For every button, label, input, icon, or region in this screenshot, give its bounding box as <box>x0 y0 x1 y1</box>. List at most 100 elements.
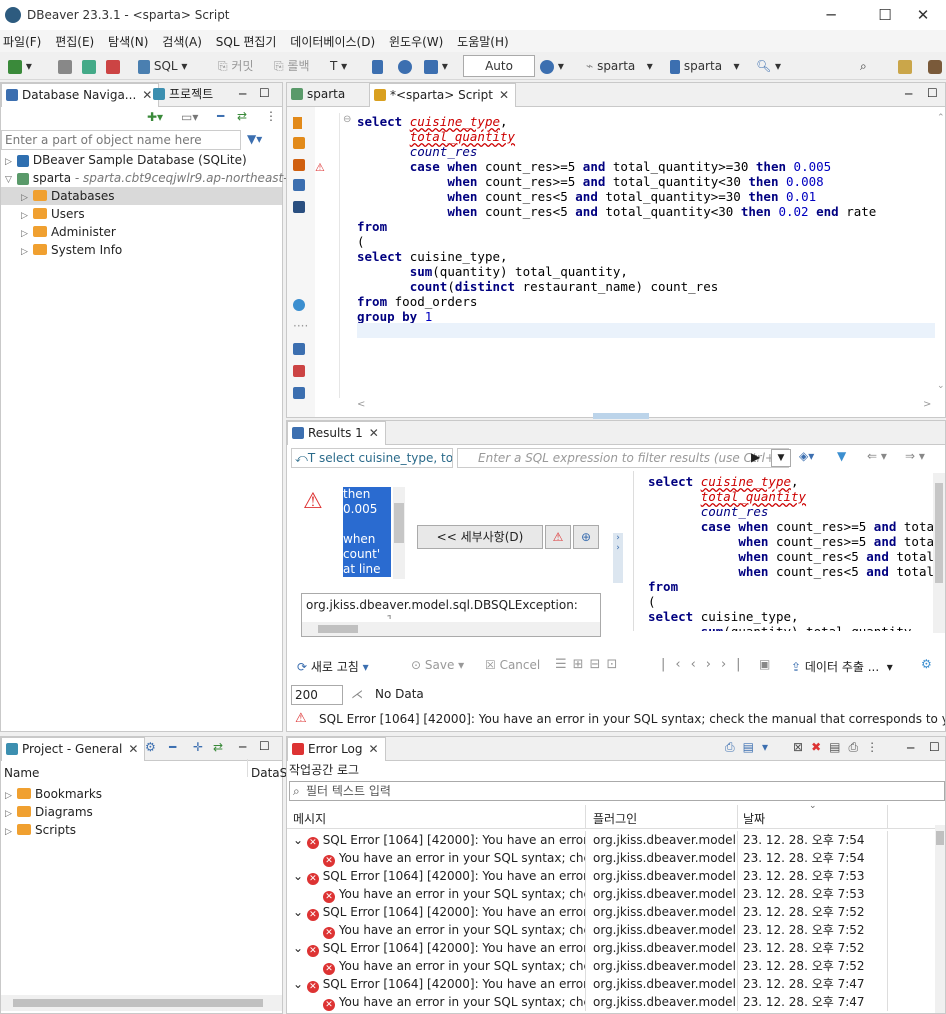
collapse-all-icon[interactable]: ━ <box>217 109 224 123</box>
maximize-view-icon[interactable]: ☐ <box>259 739 270 753</box>
tab-sparta-script[interactable]: *<sparta> Script ✕ <box>369 83 517 107</box>
tree-item-administer[interactable]: ▷ Administer <box>21 223 116 241</box>
fetch-size-input[interactable]: 200 <box>291 685 343 705</box>
log-vertical-scrollbar[interactable] <box>935 825 945 1013</box>
connect-icon[interactable] <box>58 57 72 75</box>
maximize-view-icon[interactable]: ☐ <box>927 86 938 100</box>
panel-resize-handle[interactable] <box>593 413 649 419</box>
splitter-toggle[interactable]: › › <box>613 533 623 583</box>
object-filter-input[interactable]: Enter a part of object name here <box>1 130 241 150</box>
search-tool-icon[interactable]: 🔍︎ ▾ <box>756 57 781 75</box>
collapse-all-icon[interactable]: ━ <box>169 740 176 754</box>
scroll-up-icon[interactable]: ⌃ <box>937 113 945 123</box>
sql-editor-button[interactable]: SQL ▾ <box>138 57 187 75</box>
search-icon[interactable]: ⌕ <box>860 57 867 75</box>
log-row-parent[interactable]: ⌄ ✕ SQL Error [1064] [42000]: You have a… <box>287 939 933 957</box>
export-icon[interactable] <box>293 343 305 355</box>
explain-plan-icon[interactable] <box>293 179 305 191</box>
collapse-arrow-icon[interactable]: ⌄ <box>293 905 307 919</box>
close-icon[interactable]: ✕ <box>499 88 509 102</box>
menu-search[interactable]: 검색(A) <box>159 30 209 50</box>
variables-icon[interactable] <box>293 387 305 399</box>
tab-error-log[interactable]: Error Log ✕ <box>287 737 386 761</box>
menu-navigate[interactable]: 탐색(N) <box>105 30 155 50</box>
close-icon[interactable]: ✕ <box>128 742 138 756</box>
error-message-text[interactable]: then 0.005 when count' at line 4 <box>343 487 391 591</box>
execute-new-tab-icon[interactable] <box>293 159 305 171</box>
new-folder-icon[interactable]: ▭▾ <box>181 110 198 124</box>
tab-results-1[interactable]: Results 1 ✕ <box>287 421 386 445</box>
scroll-down-icon[interactable]: ⌄ <box>937 381 945 391</box>
lock-icon[interactable] <box>372 57 383 75</box>
log-row-parent[interactable]: ⌄ ✕ SQL Error [1064] [42000]: You have a… <box>287 831 933 849</box>
collapse-arrow-icon[interactable]: ⌄ <box>293 869 307 883</box>
tree-item-databases[interactable]: ▷ Databases <box>1 187 282 205</box>
tree-item-sample-db[interactable]: ▷ DBeaver Sample Database (SQLite) <box>5 151 247 169</box>
commit-button[interactable]: ⎘ 커밋 <box>218 57 254 75</box>
dashboard-icon[interactable] <box>398 57 412 75</box>
scrollbar-thumb[interactable] <box>13 999 263 1007</box>
perspective-icon[interactable] <box>898 57 912 75</box>
log-filter-input[interactable]: ⌕ 필터 텍스트 입력 <box>289 781 945 801</box>
column-header-plugin[interactable]: 플러그인 <box>593 810 637 827</box>
disconnect-icon[interactable] <box>106 57 120 75</box>
export-data-button[interactable]: ⇪ 데이터 추출 ... ▾ <box>791 658 893 675</box>
new-connection-icon[interactable]: ✚▾ <box>147 110 163 124</box>
settings-icon[interactable]: ⚙ <box>921 657 932 671</box>
tab-projects[interactable]: 프로젝트 <box>149 83 219 107</box>
filter-icon[interactable]: ▼ <box>837 449 846 463</box>
tree-item-system-info[interactable]: ▷ System Info <box>21 241 122 259</box>
refresh-button[interactable]: ⟳ 새로 고침 ▾ <box>297 658 369 675</box>
filter-apply-icon[interactable]: ▶ <box>751 450 760 464</box>
fold-marker-icon[interactable]: ⊖ <box>343 114 351 125</box>
details-button[interactable]: << 세부사항(D) <box>417 525 543 549</box>
new-connection-icon[interactable]: ▾ <box>8 57 32 75</box>
link-editor-icon[interactable]: ⇄ <box>237 109 247 123</box>
column-header-message[interactable]: 메시지 <box>293 810 326 827</box>
row-edit-icons[interactable]: ☰⊞⊟⊡ <box>555 657 623 672</box>
more-icon[interactable]: ···· <box>293 319 308 333</box>
tree-item-users[interactable]: ▷ Users <box>21 205 85 223</box>
log-row-parent[interactable]: ⌄ ✕ SQL Error [1064] [42000]: You have a… <box>287 903 933 921</box>
navigation-icons[interactable]: |‹‹››| <box>661 657 751 672</box>
fetch-all-icon[interactable]: ⋌ <box>351 687 363 701</box>
log-row-child[interactable]: ✕ You have an error in your SQL syntax; … <box>287 849 933 867</box>
clear-log-icons[interactable]: ⊠✖▤⎙⋮ <box>793 740 886 755</box>
scroll-right-icon[interactable]: > <box>923 399 931 410</box>
result-filter-input[interactable]: Enter a SQL expression to filter results… <box>457 448 789 468</box>
filter-icon[interactable]: ▼▾ <box>247 132 262 146</box>
view-menu-icon[interactable]: ⋮ <box>265 109 277 123</box>
cancel-button[interactable]: ☒ Cancel <box>485 658 540 672</box>
menu-file[interactable]: 파일(F) <box>0 30 48 50</box>
sql-code-area[interactable]: select cuisine_type, total_quantity coun… <box>357 114 876 339</box>
exception-text-area[interactable]: org.jkiss.dbeaver.model.sql.DBSQLExcepti… <box>301 593 601 637</box>
collapse-arrow-icon[interactable]: ⌄ <box>293 977 307 991</box>
filter-history-dropdown[interactable]: ▼ <box>771 449 791 467</box>
menu-window[interactable]: 윈도우(W) <box>386 30 450 50</box>
export-log-icons[interactable]: ⎙▤▾ <box>725 740 776 755</box>
error-scrollbar[interactable] <box>393 487 405 579</box>
collapse-arrow-icon[interactable]: ⌄ <box>293 833 307 847</box>
link-editor-icon[interactable]: ⇄ <box>213 740 223 754</box>
tree-item-scripts[interactable]: ▷ Scripts <box>5 821 76 839</box>
error-details-icon[interactable]: ⚠ <box>545 525 571 549</box>
save-button[interactable]: ⊙ Save ▾ <box>411 658 464 672</box>
log-row-child[interactable]: ✕ You have an error in your SQL syntax; … <box>287 885 933 903</box>
eraser-icon[interactable]: ◈▾ <box>799 449 814 463</box>
active-schema-selector[interactable]: sparta ▾ <box>670 57 740 75</box>
expand-all-icon[interactable]: ✛ <box>193 740 203 754</box>
minimize-view-icon[interactable]: ─ <box>907 741 914 755</box>
expand-arrow-icon[interactable]: ▷ <box>5 823 17 841</box>
expand-arrow-icon[interactable]: ▷ <box>21 243 33 261</box>
close-icon[interactable]: ✕ <box>369 742 379 756</box>
minimize-button[interactable]: ─ <box>808 0 854 30</box>
settings-icon[interactable]: ⚙ <box>145 740 156 754</box>
minimize-view-icon[interactable]: ─ <box>905 87 912 101</box>
menu-sql-editor[interactable]: SQL 편집기 <box>213 30 284 50</box>
tab-project-general[interactable]: Project - General ✕ <box>1 737 146 761</box>
menu-database[interactable]: 데이터베이스(D) <box>287 30 382 50</box>
collapse-arrow-icon[interactable]: ⌄ <box>293 941 307 955</box>
log-row-parent[interactable]: ⌄ ✕ SQL Error [1064] [42000]: You have a… <box>287 867 933 885</box>
execute-statement-icon[interactable] <box>293 117 302 129</box>
panels-icon[interactable]: ▣ <box>759 657 770 671</box>
